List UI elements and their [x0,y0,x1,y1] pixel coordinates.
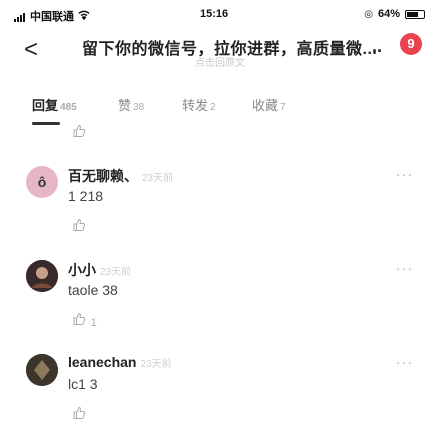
notification-badge[interactable]: 9 [400,33,422,55]
clock: 15:16 [200,8,229,20]
comment-time: 23天前 [140,359,172,370]
more-dots-icon[interactable]: ··· [396,260,413,276]
comment-text: lc1 3 [68,376,98,392]
like-button[interactable] [72,218,87,235]
like-icon[interactable] [72,124,86,141]
tab-favorites[interactable]: 收藏 7 [252,95,286,114]
thumb-up-icon [73,218,86,231]
status-right: ◎ 64% [364,8,425,20]
thumb-up-icon [73,312,86,325]
active-tab-indicator [32,122,60,125]
tab-replies[interactable]: 回复 485 [32,95,77,114]
comment-author[interactable]: leanechan 23天前 [68,354,172,370]
carrier-label: 中国联通 [30,11,74,23]
like-button[interactable] [72,406,87,423]
comment-author[interactable]: 小小 23天前 [68,260,131,280]
avatar[interactable] [26,260,58,292]
battery-icon [405,9,425,19]
more-dots-icon[interactable]: ··· [396,354,413,370]
comment-text: 1 218 [68,188,104,204]
signal-icon [14,10,26,22]
back-to-post-link[interactable]: 点击回原文 [195,54,245,69]
wifi-icon [78,10,90,23]
alarm-icon: ◎ [364,8,373,20]
comment-text: taole 38 [68,282,118,298]
avatar[interactable]: ô [26,166,58,198]
comment-time: 23天前 [142,173,174,184]
comment-tabs: 回复 485 赞 38 转发 2 收藏 7 [0,90,435,118]
more-menu-button[interactable]: .. [372,36,382,57]
thumb-up-icon [73,406,86,419]
nav-bar: < 留下你的微信号，拉你进群，高质量微... 点击回原文 .. 9 [0,28,435,72]
comment-time: 23天前 [100,267,132,278]
more-dots-icon[interactable]: ··· [396,166,413,182]
tab-reposts[interactable]: 转发 2 [182,95,216,114]
like-button[interactable]: 1 [72,312,97,329]
back-button[interactable]: < [24,36,38,64]
battery-percent: 64% [377,8,400,20]
tab-likes[interactable]: 赞 38 [118,95,144,114]
avatar[interactable] [26,354,58,386]
status-left: 中国联通 [14,8,90,24]
comment-author[interactable]: 百无聊赖、 23天前 [68,166,173,186]
status-bar: 中国联通 15:16 ◎ 64% [0,0,435,28]
